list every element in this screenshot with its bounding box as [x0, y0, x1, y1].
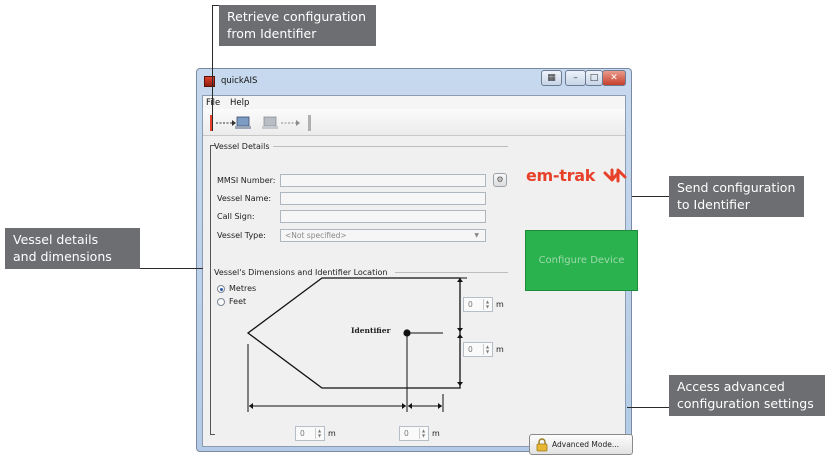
dimension-right-unit: m [496, 345, 504, 354]
callout-retrieve: Retrieve configuration from Identifier [219, 5, 376, 46]
advanced-leader-line [627, 407, 669, 408]
send-leader-line [632, 196, 669, 197]
vessel-name-label: Vessel Name: [217, 194, 272, 203]
callout-vessel-line1: Vessel details [13, 232, 99, 247]
configure-device-button[interactable]: Configure Device [525, 230, 638, 291]
call-sign-label: Call Sign: [217, 212, 255, 221]
callout-retrieve-line2: from Identifier [227, 26, 317, 41]
callout-advanced-line2: configuration settings [677, 396, 814, 411]
dimensions-rule [395, 272, 508, 273]
retrieve-leader-line [212, 5, 213, 131]
app-window: quickAIS ▦ – □ ✕ File Help Vessel Detail… [196, 68, 638, 455]
dimension-bottom-right-unit: m [432, 429, 440, 438]
callout-advanced-line1: Access advanced [677, 379, 785, 394]
identifier-label: Identifier [351, 326, 391, 335]
dimension-bottom-right-stepper[interactable]: 0 ▲ ▼ [399, 426, 429, 441]
dimension-bottom-right-value: 0 [404, 429, 409, 438]
identifier-dot [403, 329, 411, 337]
maximize-button[interactable]: □ [585, 70, 603, 86]
vessel-diagram [246, 277, 467, 412]
app-icon [204, 76, 215, 87]
call-sign-input[interactable] [280, 210, 486, 223]
logo-mark-icon [603, 168, 627, 183]
dimension-bottom-left-unit: m [328, 429, 336, 438]
vessel-details-heading: Vessel Details [214, 142, 270, 151]
lock-icon [536, 438, 548, 452]
dimension-right-stepper[interactable]: 0 ▲ ▼ [463, 342, 493, 357]
callout-retrieve-line1: Retrieve configuration [227, 9, 366, 24]
stepper-arrows-icon: ▲ ▼ [315, 428, 323, 439]
callout-send-line2: to Identifier [677, 197, 750, 212]
toolbar [203, 109, 625, 136]
callout-vessel-line2: and dimensions [13, 249, 112, 264]
dimension-bottom-left-value: 0 [300, 429, 305, 438]
menu-file[interactable]: File [206, 98, 220, 108]
chevron-down-icon: ▼ [474, 232, 479, 239]
callout-send: Send configuration to Identifier [669, 176, 804, 217]
callout-vessel: Vessel details and dimensions [5, 228, 140, 269]
stepper-arrows-icon: ▲ ▼ [483, 344, 491, 355]
mmsi-lookup-icon[interactable]: ⚙ [493, 173, 507, 187]
vessel-details-rule [273, 146, 508, 147]
mmsi-input[interactable] [280, 174, 486, 187]
title-bar: quickAIS ▦ – □ ✕ [197, 69, 631, 95]
minimize-button[interactable]: – [565, 70, 586, 86]
vessel-type-select[interactable]: <Not specified> ▼ [280, 229, 486, 242]
mmsi-label: MMSI Number: [217, 176, 276, 185]
client-area: File Help Vessel Details MMSI Number: ⚙ … [202, 95, 638, 455]
retrieve-leader-tick [212, 5, 219, 6]
vessel-leader-line [140, 268, 203, 269]
callout-advanced: Access advanced configuration settings [669, 375, 825, 416]
stepper-arrows-icon: ▲ ▼ [419, 428, 427, 439]
dimension-right-value: 0 [468, 345, 473, 354]
logo-text: em-trak [526, 166, 596, 185]
stepper-arrows-icon: ▲ ▼ [483, 299, 491, 310]
vessel-type-label: Vessel Type: [217, 231, 266, 240]
send-config-icon[interactable] [262, 111, 318, 135]
vessel-name-input[interactable] [280, 192, 486, 205]
callout-send-line1: Send configuration [677, 180, 796, 195]
em-trak-logo: em-trak [526, 166, 627, 185]
window-title: quickAIS [221, 76, 258, 86]
dimension-bottom-left-stepper[interactable]: 0 ▲ ▼ [295, 426, 325, 441]
close-button[interactable]: ✕ [602, 70, 626, 86]
dimension-top-stepper[interactable]: 0 ▲ ▼ [463, 297, 493, 312]
dimension-top-unit: m [496, 300, 504, 309]
restore-icon[interactable]: ▦ [541, 70, 562, 86]
advanced-mode-label: Advanced Mode... [552, 440, 620, 449]
advanced-mode-button[interactable]: Advanced Mode... [529, 434, 633, 455]
menu-help[interactable]: Help [230, 98, 249, 108]
dimension-top-value: 0 [468, 300, 473, 309]
vessel-type-value: <Not specified> [285, 231, 347, 240]
menu-bar: File Help [203, 96, 625, 109]
